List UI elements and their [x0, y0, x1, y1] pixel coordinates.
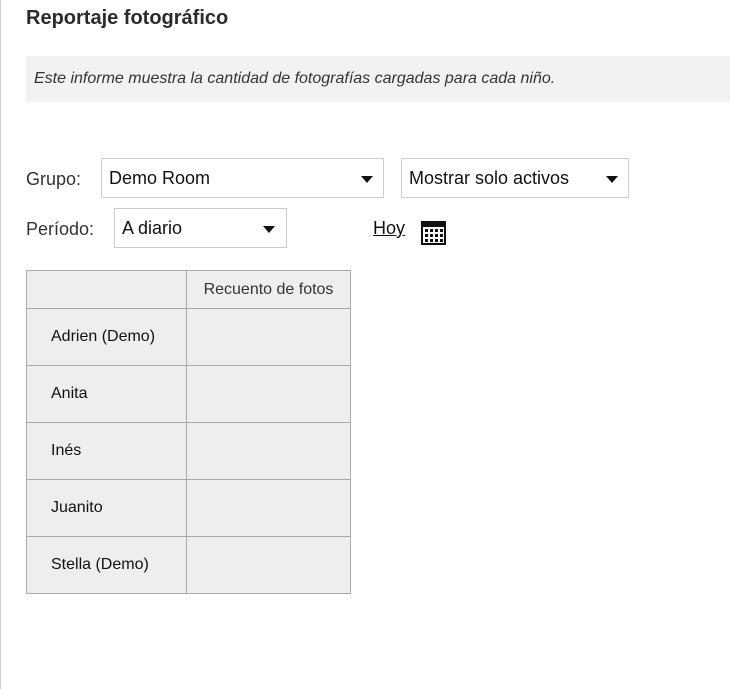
chevron-down-icon — [361, 176, 373, 183]
chevron-down-icon — [606, 176, 618, 183]
photo-count-cell — [186, 308, 351, 366]
page-left-border — [0, 0, 1, 689]
status-filter-value: Mostrar solo activos — [409, 168, 570, 188]
calendar-icon[interactable] — [421, 221, 446, 245]
photo-count-cell — [186, 422, 351, 480]
child-name: Adrien (Demo) — [26, 308, 187, 366]
child-name: Stella (Demo) — [26, 536, 187, 594]
table-row: Adrien (Demo) — [26, 308, 351, 366]
table-row: Juanito — [26, 479, 351, 537]
table-header-name — [26, 270, 187, 309]
child-name: Anita — [26, 365, 187, 423]
table-row: Anita — [26, 365, 351, 423]
chevron-down-icon — [263, 226, 275, 233]
table-row: Inés — [26, 422, 351, 480]
table-header-row: Recuento de fotos — [26, 270, 351, 309]
photo-count-cell — [186, 365, 351, 423]
photo-count-cell — [186, 479, 351, 537]
report-description-box: Este informe muestra la cantidad de foto… — [26, 56, 730, 102]
photo-report-table: Recuento de fotos Adrien (Demo) Anita In… — [26, 270, 351, 594]
child-name: Inés — [26, 422, 187, 480]
group-label: Grupo: — [26, 169, 82, 189]
child-name: Juanito — [26, 479, 187, 537]
period-label: Período: — [26, 219, 95, 239]
group-select-value: Demo Room — [109, 168, 211, 188]
status-filter-select[interactable]: Mostrar solo activos — [401, 158, 629, 198]
table-row: Stella (Demo) — [26, 536, 351, 594]
period-select-value: A diario — [122, 218, 183, 238]
period-select[interactable]: A diario — [114, 208, 287, 248]
group-select[interactable]: Demo Room — [101, 158, 384, 198]
page-title: Reportaje fotográfico — [26, 7, 229, 29]
photo-count-cell — [186, 536, 351, 594]
table-header-photo-count: Recuento de fotos — [186, 270, 351, 309]
report-description: Este informe muestra la cantidad de foto… — [34, 70, 556, 87]
today-link[interactable]: Hoy — [373, 218, 405, 239]
